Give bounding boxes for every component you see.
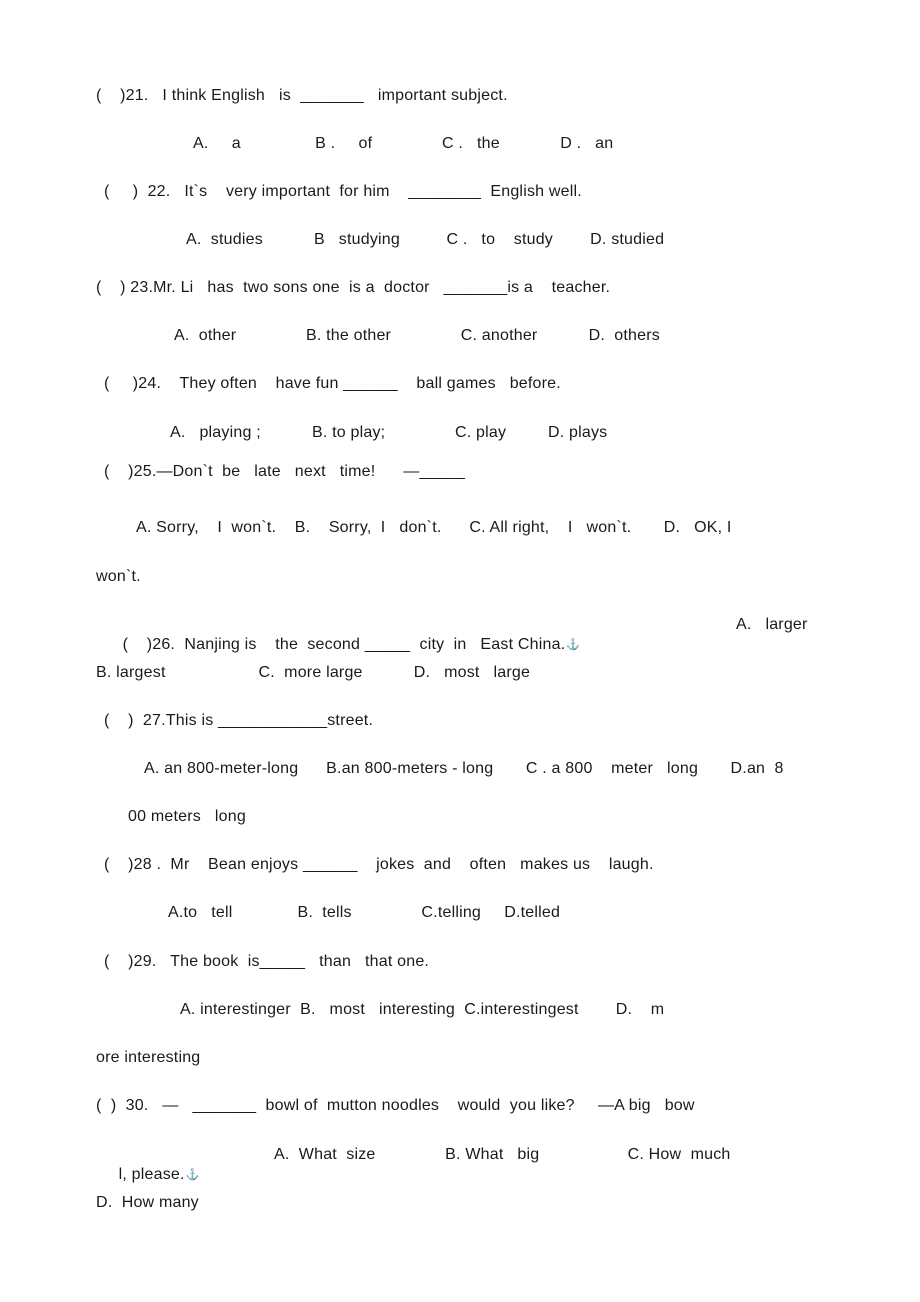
question-27-options-wrap: 00 meters long	[128, 808, 246, 825]
question-22-options: A. studies B studying C . to study D. st…	[186, 231, 665, 248]
question-26-options: B. largest C. more large D. most large	[96, 664, 531, 681]
question-25-options-wrap: won`t.	[96, 568, 141, 585]
question-30-options: A. What size B. What big C. How much	[274, 1146, 731, 1163]
question-27-stem: ( ) 27.This is ____________street.	[104, 712, 374, 729]
question-22-stem: ( ) 22. It`s very important for him ____…	[104, 183, 582, 200]
anchor-icon: ⚓	[185, 1169, 200, 1181]
question-24-stem: ( )24. They often have fun ______ ball g…	[104, 375, 561, 392]
question-27-options: A. an 800-meter-long B.an 800-meters - l…	[144, 760, 784, 777]
question-29-options-wrap: ore interesting	[96, 1049, 201, 1066]
question-28-options: A.to tell B. tells C.telling D.telled	[168, 904, 561, 921]
question-30-options-wrap: D. How many	[96, 1194, 199, 1211]
question-29-stem: ( )29. The book is_____ than that one.	[104, 953, 430, 970]
document-page: ( )21. I think English is _______ import…	[0, 0, 920, 1302]
question-23-stem: ( ) 23.Mr. Li has two sons one is a doct…	[96, 279, 611, 296]
question-21-options: A. a B . of C . the D . an	[193, 135, 614, 152]
question-30-stem: ( ) 30. — _______ bowl of mutton noodles…	[96, 1097, 695, 1114]
question-24-options: A. playing ; B. to play; C. play D. play…	[170, 424, 608, 441]
question-30-stem-wrap-text: l, please.	[118, 1166, 185, 1183]
question-26-stem-text: ( )26. Nanjing is the second _____ city …	[122, 636, 566, 653]
anchor-icon: ⚓	[566, 639, 581, 651]
question-28-stem: ( )28 . Mr Bean enjoys ______ jokes and …	[104, 856, 654, 873]
question-29-options: A. interestinger B. most interesting C.i…	[180, 1001, 665, 1018]
question-21-stem: ( )21. I think English is _______ import…	[96, 87, 508, 104]
question-25-stem: ( )25.—Don`t be late next time! —_____	[104, 463, 465, 480]
question-23-options: A. other B. the other C. another D. othe…	[174, 327, 660, 344]
question-25-options: A. Sorry, I won`t. B. Sorry, I don`t. C.…	[136, 519, 732, 536]
question-26-option-a: A. larger	[736, 616, 808, 633]
